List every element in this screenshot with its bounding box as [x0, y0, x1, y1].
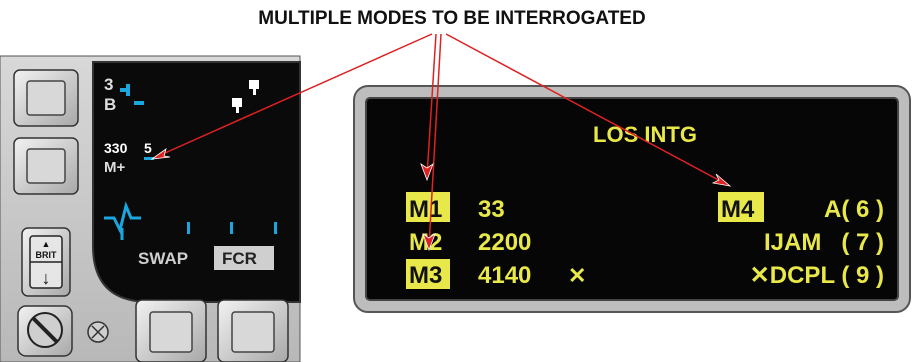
- osb-button-bottom-2[interactable]: [217, 299, 289, 362]
- mode-plus-label: M+: [104, 159, 125, 176]
- row3-extra: ✕: [568, 263, 586, 288]
- row2-right-value: IJAM ( 7 ): [764, 229, 884, 256]
- brit-down-icon: ↓: [42, 268, 51, 288]
- figure: MULTIPLE MODES TO BE INTERROGATED ▲ BRIT…: [0, 0, 917, 362]
- brit-rocker-switch[interactable]: ▲ BRIT ↓: [21, 227, 71, 297]
- row1-code: 33: [478, 196, 505, 223]
- channel-top: 3: [104, 75, 113, 94]
- row3-right-value: ✕DCPL ( 9 ): [750, 262, 884, 289]
- range-value: 5: [144, 140, 152, 156]
- row1-right-value: A( 6 ): [824, 196, 884, 223]
- osb-button-left-1[interactable]: [13, 69, 79, 127]
- row3-mode: M3: [409, 262, 442, 289]
- brightness-knob-icon[interactable]: [17, 305, 73, 357]
- swap-label[interactable]: SWAP: [138, 249, 188, 268]
- screw-icon: [87, 321, 109, 343]
- row1-mode: M1: [409, 196, 442, 223]
- row3-code: 4140: [478, 262, 531, 289]
- caption: MULTIPLE MODES TO BE INTERROGATED: [258, 8, 645, 29]
- brit-label: BRIT: [36, 250, 57, 260]
- fcr-label[interactable]: FCR: [222, 249, 257, 268]
- channel-bottom: B: [104, 95, 116, 114]
- range-readout: 330: [104, 140, 128, 156]
- row2-code: 2200: [478, 229, 531, 256]
- osb-button-bottom-1[interactable]: [135, 299, 207, 362]
- row2-mode: M2: [409, 229, 442, 256]
- diagram-canvas: MULTIPLE MODES TO BE INTERROGATED ▲ BRIT…: [0, 8, 911, 362]
- row1-right-mode: M4: [721, 196, 755, 223]
- ufc-title: LOS INTG: [593, 122, 697, 147]
- brit-up-icon: ▲: [42, 239, 51, 249]
- osb-button-left-2[interactable]: [13, 137, 79, 195]
